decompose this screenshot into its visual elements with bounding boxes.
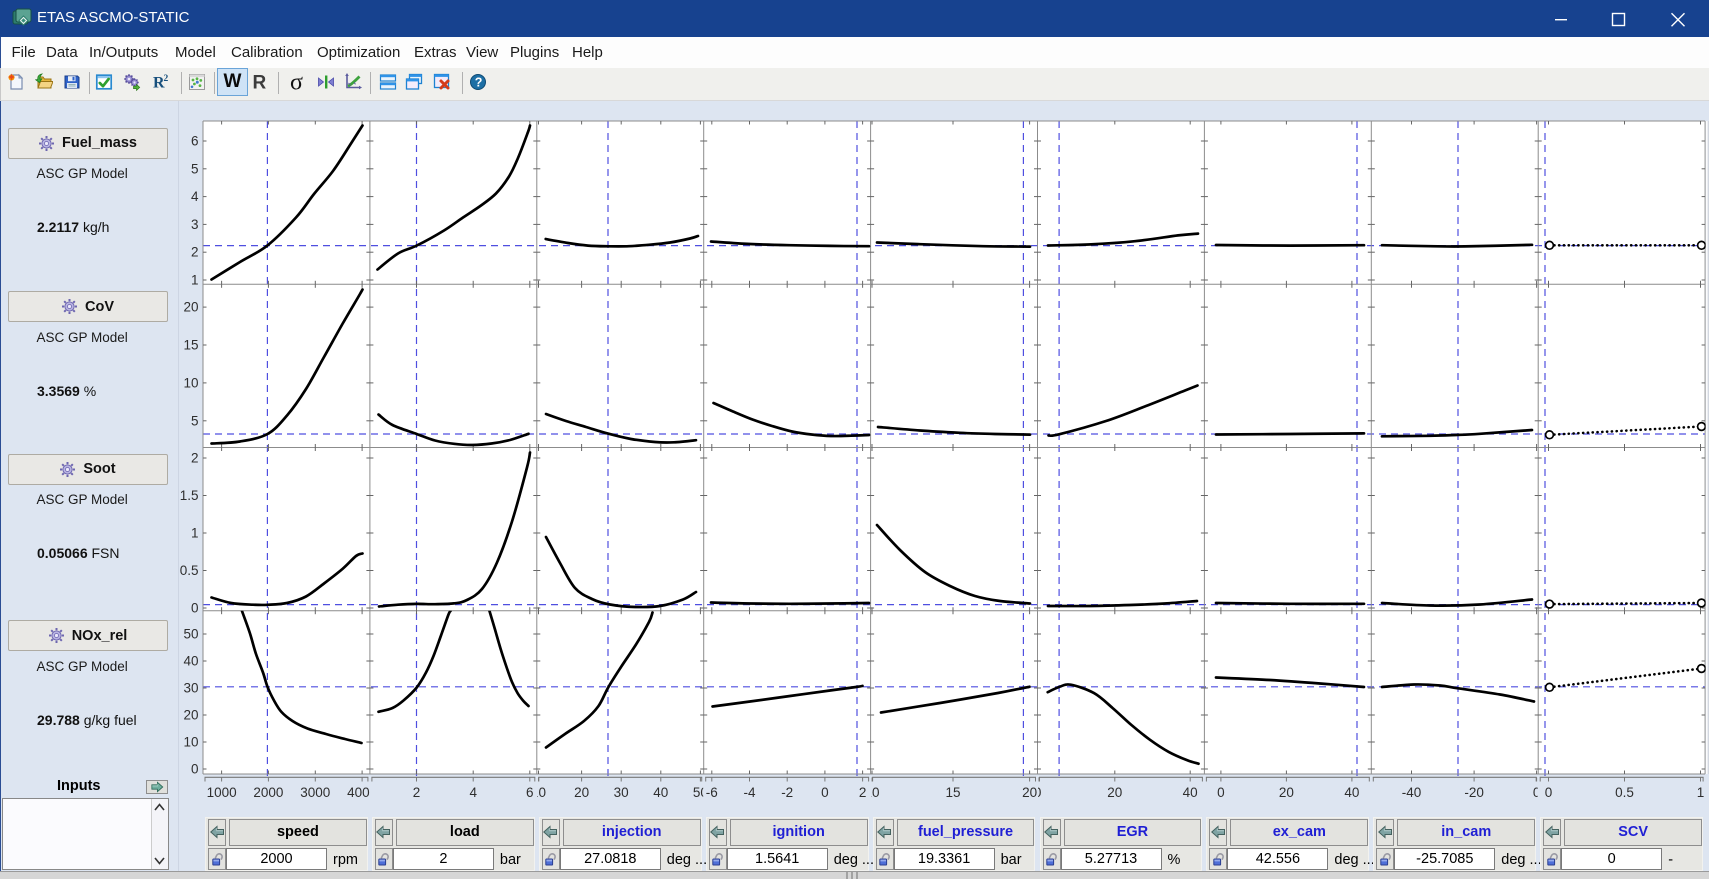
svg-text:50: 50 (183, 627, 198, 642)
svg-text:0.5: 0.5 (180, 563, 199, 578)
svg-text:40: 40 (1183, 785, 1198, 800)
svg-text:0: 0 (1533, 785, 1541, 800)
svg-text:30: 30 (614, 785, 629, 800)
svg-text:20: 20 (574, 785, 589, 800)
svg-text:30: 30 (183, 681, 198, 696)
svg-text:-4: -4 (743, 785, 755, 800)
svg-text:20: 20 (1022, 785, 1037, 800)
svg-text:-20: -20 (1464, 785, 1484, 800)
svg-text:2: 2 (191, 245, 199, 260)
svg-text:3: 3 (191, 217, 199, 232)
svg-text:0.5: 0.5 (1615, 785, 1634, 800)
svg-text:2: 2 (413, 785, 421, 800)
svg-text:-2: -2 (781, 785, 793, 800)
svg-text:20: 20 (1107, 785, 1122, 800)
svg-text:6: 6 (526, 785, 534, 800)
svg-text:20: 20 (183, 708, 198, 723)
svg-text:2000: 2000 (253, 785, 283, 800)
svg-text:15: 15 (945, 785, 960, 800)
svg-text:5: 5 (191, 413, 199, 428)
svg-text:15: 15 (183, 338, 198, 353)
svg-text:-40: -40 (1402, 785, 1422, 800)
svg-text:1.5: 1.5 (180, 488, 199, 503)
svg-text:4000: 4000 (347, 785, 377, 800)
svg-text:-6: -6 (706, 785, 718, 800)
svg-text:1: 1 (1697, 785, 1705, 800)
svg-text:40: 40 (183, 654, 198, 669)
svg-text:10: 10 (183, 375, 198, 390)
svg-text:5: 5 (191, 161, 199, 176)
svg-text:10: 10 (183, 735, 198, 750)
svg-text:20: 20 (1279, 785, 1294, 800)
svg-text:6: 6 (191, 134, 199, 149)
svg-text:4: 4 (191, 189, 199, 204)
svg-text:2: 2 (859, 785, 867, 800)
svg-text:20: 20 (183, 300, 198, 315)
svg-text:40: 40 (653, 785, 668, 800)
svg-text:0: 0 (1217, 785, 1225, 800)
svg-text:0: 0 (1545, 785, 1553, 800)
svg-text:1: 1 (191, 526, 199, 541)
svg-text:0: 0 (191, 601, 199, 616)
svg-text:4: 4 (469, 785, 477, 800)
svg-text:3000: 3000 (300, 785, 330, 800)
svg-text:2: 2 (191, 451, 199, 466)
svg-text:1000: 1000 (207, 785, 237, 800)
svg-text:10: 10 (864, 785, 879, 800)
svg-text:1: 1 (191, 273, 199, 288)
svg-text:40: 40 (1344, 785, 1359, 800)
svg-text:0: 0 (191, 762, 199, 777)
svg-text:0: 0 (821, 785, 829, 800)
